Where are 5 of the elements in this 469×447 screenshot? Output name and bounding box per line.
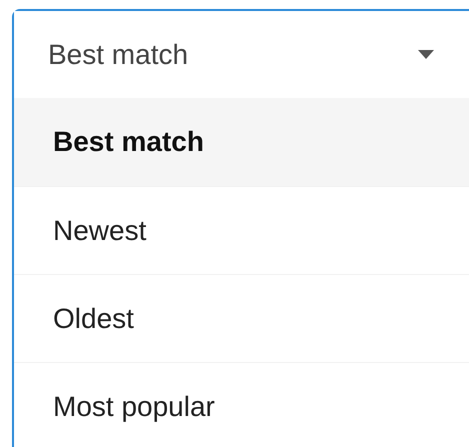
- sort-option[interactable]: Oldest: [14, 274, 469, 362]
- sort-option[interactable]: Most popular: [14, 362, 469, 447]
- sort-option[interactable]: Best match: [14, 98, 469, 186]
- caret-icon: [418, 50, 434, 59]
- sort-option[interactable]: Newest: [14, 186, 469, 274]
